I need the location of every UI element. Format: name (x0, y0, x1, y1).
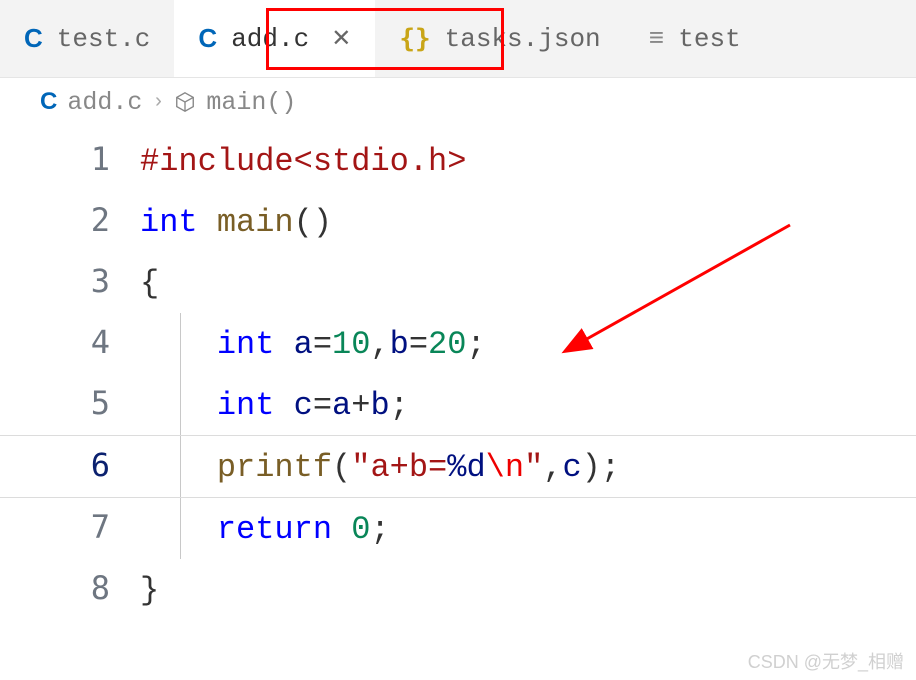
indent-guide (180, 436, 181, 497)
tab-label: test (678, 24, 740, 54)
tab-tasks-json[interactable]: {} tasks.json (375, 0, 624, 77)
breadcrumb-symbol: main() (206, 88, 296, 117)
indent-guide (180, 498, 181, 559)
code-line[interactable]: 8} (0, 559, 916, 620)
code-content[interactable]: return 0; (140, 501, 390, 559)
c-file-icon: C (24, 23, 43, 54)
c-file-icon: C (40, 88, 57, 116)
line-number: 6 (0, 436, 140, 494)
chevron-right-icon: › (152, 91, 164, 114)
breadcrumb-file: add.c (67, 88, 142, 117)
code-line[interactable]: 6 printf("a+b=%d\n",c); (0, 435, 916, 498)
code-content[interactable]: int a=10,b=20; (140, 316, 486, 374)
line-number: 2 (0, 191, 140, 249)
code-line[interactable]: 1#include<stdio.h> (0, 130, 916, 191)
symbol-cube-icon (174, 91, 196, 113)
tab-test-c[interactable]: Ctest.c (0, 0, 174, 77)
code-line[interactable]: 2int main() (0, 191, 916, 252)
code-content[interactable]: int main() (140, 194, 332, 252)
line-number: 3 (0, 252, 140, 310)
json-file-icon: {} (399, 24, 430, 54)
menu-file-icon: ≡ (649, 24, 665, 54)
code-content[interactable]: } (140, 562, 159, 620)
code-content[interactable]: { (140, 255, 159, 313)
tab-test[interactable]: ≡ test (625, 0, 765, 77)
line-number: 8 (0, 559, 140, 617)
line-number: 7 (0, 498, 140, 556)
code-editor[interactable]: 1#include<stdio.h>2int main()3{4 int a=1… (0, 126, 916, 624)
indent-guide (180, 313, 181, 374)
tab-label: add.c (231, 24, 309, 54)
code-line[interactable]: 7 return 0; (0, 498, 916, 559)
tab-label: test.c (57, 24, 151, 54)
tab-bar: Ctest.cCadd.c✕{}tasks.json≡test (0, 0, 916, 78)
line-number: 1 (0, 130, 140, 188)
indent-guide (180, 374, 181, 435)
code-line[interactable]: 4 int a=10,b=20; (0, 313, 916, 374)
watermark: CSDN @无梦_相赠 (748, 648, 904, 674)
close-icon[interactable]: ✕ (331, 24, 351, 53)
code-line[interactable]: 3{ (0, 252, 916, 313)
code-content[interactable]: #include<stdio.h> (140, 133, 466, 191)
tab-label: tasks.json (445, 24, 601, 54)
line-number: 5 (0, 374, 140, 432)
line-number: 4 (0, 313, 140, 371)
breadcrumb[interactable]: C add.c › main() (0, 78, 916, 126)
tab-add-c[interactable]: Cadd.c ✕ (174, 0, 375, 77)
code-content[interactable]: printf("a+b=%d\n",c); (140, 439, 620, 497)
c-file-icon: C (198, 23, 217, 54)
code-line[interactable]: 5 int c=a+b; (0, 374, 916, 435)
